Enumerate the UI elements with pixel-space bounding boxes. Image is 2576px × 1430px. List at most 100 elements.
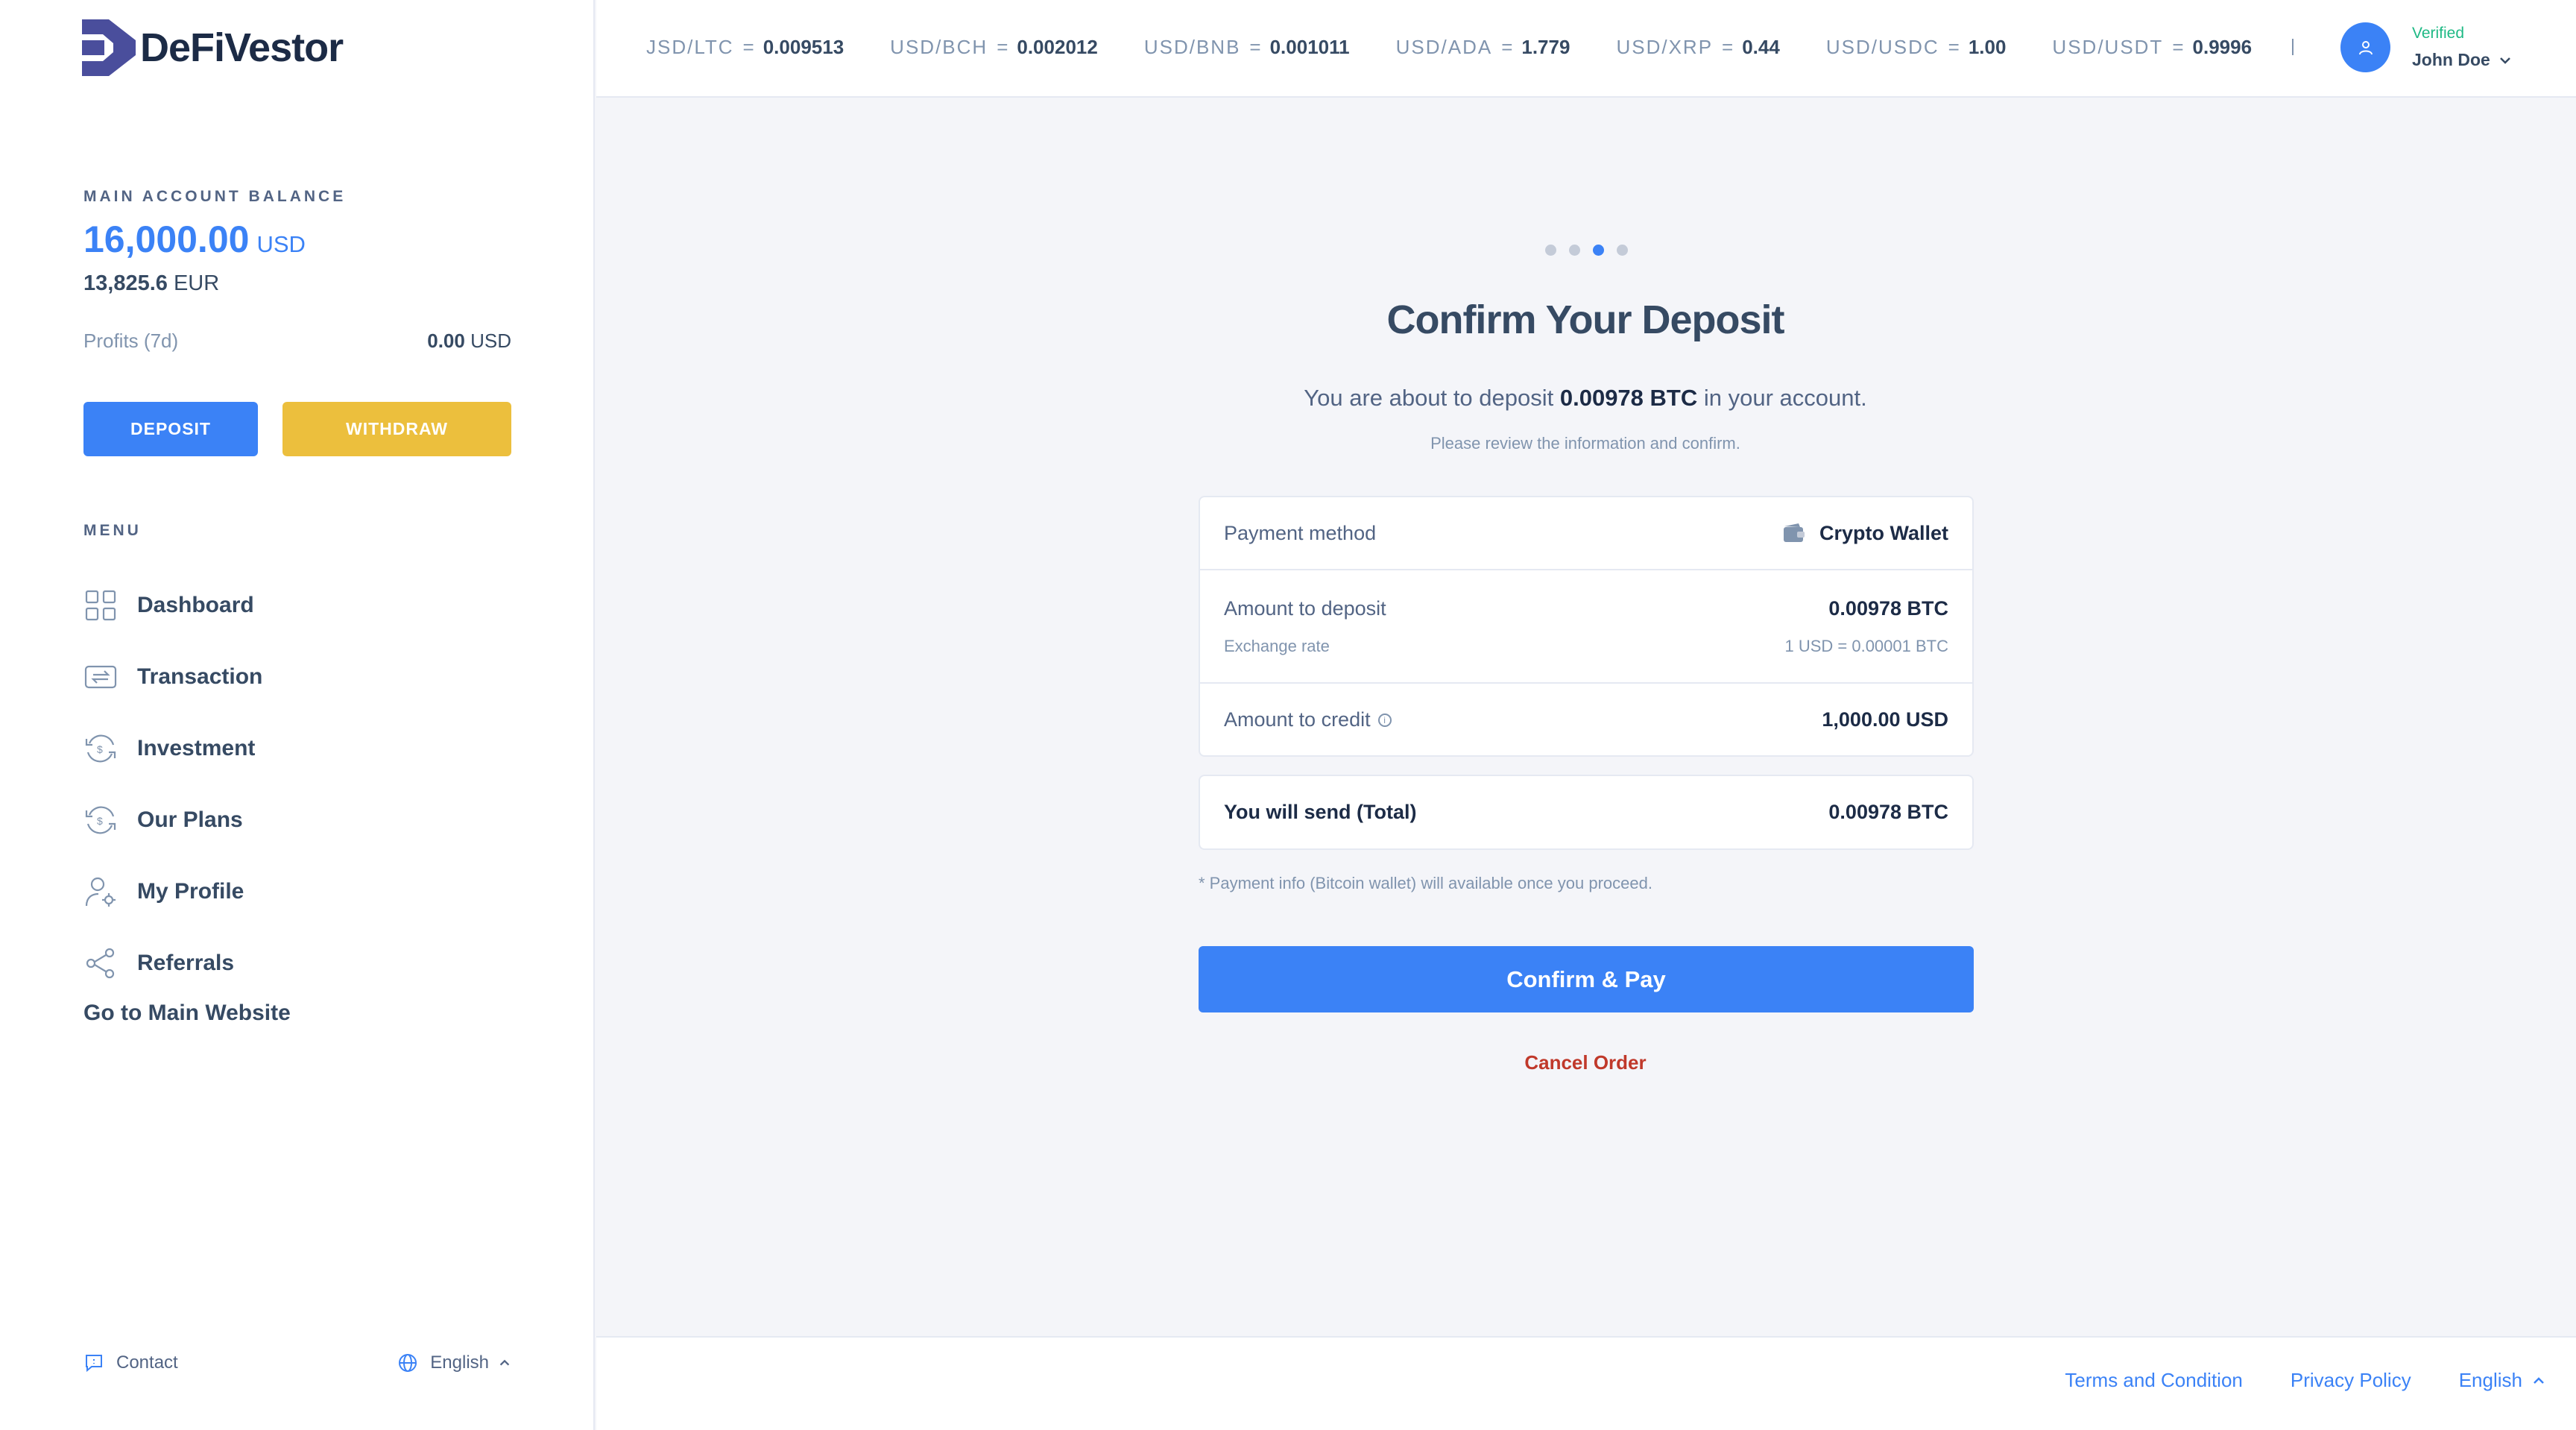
payment-method-label: Payment method <box>1224 521 1377 544</box>
amount-deposit-line: Amount to deposit 0.00978 BTC <box>1224 597 1948 620</box>
balance-eur-currency: EUR <box>173 271 220 295</box>
sidebar-item-referrals[interactable]: Referrals <box>83 927 262 999</box>
amount-deposit-label: Amount to deposit <box>1224 596 1386 620</box>
sidebar-item-label: Dashboard <box>137 593 254 617</box>
ticker-value: 0.001011 <box>1269 36 1350 58</box>
deposit-details-card: Payment method Crypto Wallet Amount to d… <box>1199 496 1974 757</box>
payment-method-value: Crypto Wallet <box>1782 522 1948 545</box>
ticker-pair: USD/BNB <box>1143 36 1241 58</box>
user-name-text: John Doe <box>2412 50 2490 69</box>
price-ticker: JSD/LTC = 0.009513 USD/BCH = 0.002012 USD/BN… <box>646 36 2298 59</box>
ticker-item: USD/XRP = 0.44 <box>1616 36 1780 58</box>
privacy-link[interactable]: Privacy Policy <box>2291 1369 2411 1392</box>
profits-value: 0.00 USD <box>427 330 511 353</box>
chat-icon <box>86 1355 102 1373</box>
contact-link[interactable]: Contact <box>83 1352 178 1373</box>
ticker-item: JSD/LTC = 0.009513 <box>646 36 845 58</box>
footer-language-label: English <box>2458 1369 2522 1391</box>
avatar[interactable] <box>2340 22 2390 72</box>
ticker-item: USD/USDT = 0.9996 <box>2052 36 2253 58</box>
exchange-rate-value: 1 USD = 0.00001 BTC <box>1784 636 1948 655</box>
user-name[interactable]: John Doe <box>2412 50 2513 70</box>
ticker-value: 1.00 <box>1968 36 2007 58</box>
brand-name: DeFiVestor <box>140 25 344 70</box>
ticker-item: USD/BNB = 0.001011 <box>1143 36 1350 58</box>
profits-row: Profits (7d) 0.00 USD <box>83 330 511 353</box>
amount-credit-value: 1,000.00 USD <box>1822 708 1948 731</box>
payment-method-text: Crypto Wallet <box>1819 521 1948 544</box>
ticker-value: 0.002012 <box>1017 36 1098 58</box>
total-value: 0.00978 BTC <box>1828 801 1948 823</box>
page-title: Confirm Your Deposit <box>1386 297 1784 342</box>
terms-link[interactable]: Terms and Condition <box>2065 1369 2242 1392</box>
total-card: You will send (Total) 0.00978 BTC <box>1199 775 1974 850</box>
total-label: You will send (Total) <box>1224 801 1417 823</box>
balance-currency: USD <box>256 231 306 257</box>
review-note: Please review the information and confir… <box>1430 434 1740 453</box>
page-footer: Terms and Condition Privacy Policy Engli… <box>596 1336 2576 1430</box>
logo-icon <box>82 19 136 76</box>
ticker-value: 1.779 <box>1521 36 1570 58</box>
sidebar-item-transaction[interactable]: Transaction <box>83 641 262 713</box>
ticker-item: USD/BCH = 0.002012 <box>890 36 1098 58</box>
exchange-rate-label: Exchange rate <box>1224 636 1330 655</box>
ticker-value: 0.9996 <box>2192 36 2253 58</box>
sidebar-item-label: Referrals <box>137 951 235 975</box>
summary-suffix: in your account. <box>1697 385 1867 411</box>
brand-logo[interactable]: DeFiVestor <box>82 19 344 76</box>
step-dot <box>1617 245 1628 256</box>
transaction-icon <box>84 665 117 689</box>
language-label: English <box>430 1352 489 1373</box>
amount-credit-label: Amount to credit <box>1224 708 1371 731</box>
deposit-summary: You are about to deposit 0.00978 BTC in … <box>1193 385 1978 412</box>
profits-amount: 0.00 <box>427 330 465 352</box>
dashboard-icon <box>85 590 116 621</box>
contact-label: Contact <box>116 1352 178 1373</box>
profile-icon <box>85 877 116 907</box>
withdraw-button[interactable]: WITHDRAW <box>282 402 511 456</box>
globe-icon <box>399 1354 417 1372</box>
balance-eur-amount: 13,825.6 <box>83 271 168 295</box>
chevron-down-icon <box>2499 57 2510 64</box>
language-selector[interactable]: English <box>397 1352 511 1373</box>
balance-title: MAIN ACCOUNT BALANCE <box>83 188 347 205</box>
deposit-button[interactable]: DEPOSIT <box>83 402 258 456</box>
sidebar-item-dashboard[interactable]: Dashboard <box>83 570 262 641</box>
ticker-pair: JSD/LTC <box>646 36 734 58</box>
amount-credit-label-wrap: Amount to credit i <box>1224 708 1392 731</box>
svg-text:$: $ <box>97 815 103 827</box>
confirm-pay-button[interactable]: Confirm & Pay <box>1199 946 1974 1012</box>
sidebar-item-plans[interactable]: $ Our Plans <box>83 784 262 856</box>
amount-deposit-row: Amount to deposit 0.00978 BTC Exchange r… <box>1200 570 1972 684</box>
user-icon <box>2358 40 2373 54</box>
amount-deposit-value: 0.00978 BTC <box>1828 596 1948 620</box>
user-info: Verified John Doe <box>2412 25 2513 70</box>
balance-eur: 13,825.6 EUR <box>83 271 219 296</box>
summary-prefix: You are about to deposit <box>1304 385 1560 411</box>
wallet-icon <box>1783 523 1805 542</box>
sidebar-item-investment[interactable]: $ Investment <box>83 713 262 784</box>
cancel-order-link[interactable]: Cancel Order <box>1193 1051 1978 1074</box>
ticker-divider <box>2292 39 2294 55</box>
share-icon <box>86 948 115 979</box>
ticker-pair: USD/ADA <box>1395 36 1493 58</box>
ticker-item: USD/ADA = 1.779 <box>1395 36 1570 58</box>
profits-currency: USD <box>470 330 511 352</box>
ticker-item: USD/USDC = 1.00 <box>1825 36 2007 58</box>
payment-info-note: * Payment info (Bitcoin wallet) will ava… <box>1199 874 1652 892</box>
user-menu[interactable]: Verified John Doe <box>2340 22 2513 72</box>
profits-label: Profits (7d) <box>83 330 179 352</box>
step-dot <box>1569 245 1580 256</box>
balance-amount: 16,000.00 <box>83 218 250 260</box>
payment-method-row: Payment method Crypto Wallet <box>1200 497 1972 570</box>
plans-icon: $ <box>85 806 116 834</box>
chevron-up-icon <box>499 1359 510 1366</box>
exchange-rate-line: Exchange rate 1 USD = 0.00001 BTC <box>1224 637 1948 656</box>
footer-language-selector[interactable]: English <box>2459 1369 2546 1392</box>
step-dot-active <box>1593 245 1604 256</box>
info-icon[interactable]: i <box>1377 714 1392 728</box>
ticker-pair: USD/XRP <box>1616 36 1714 58</box>
sidebar-item-profile[interactable]: My Profile <box>83 856 262 927</box>
investment-icon: $ <box>85 734 116 763</box>
main-website-link[interactable]: Go to Main Website <box>83 1001 291 1026</box>
